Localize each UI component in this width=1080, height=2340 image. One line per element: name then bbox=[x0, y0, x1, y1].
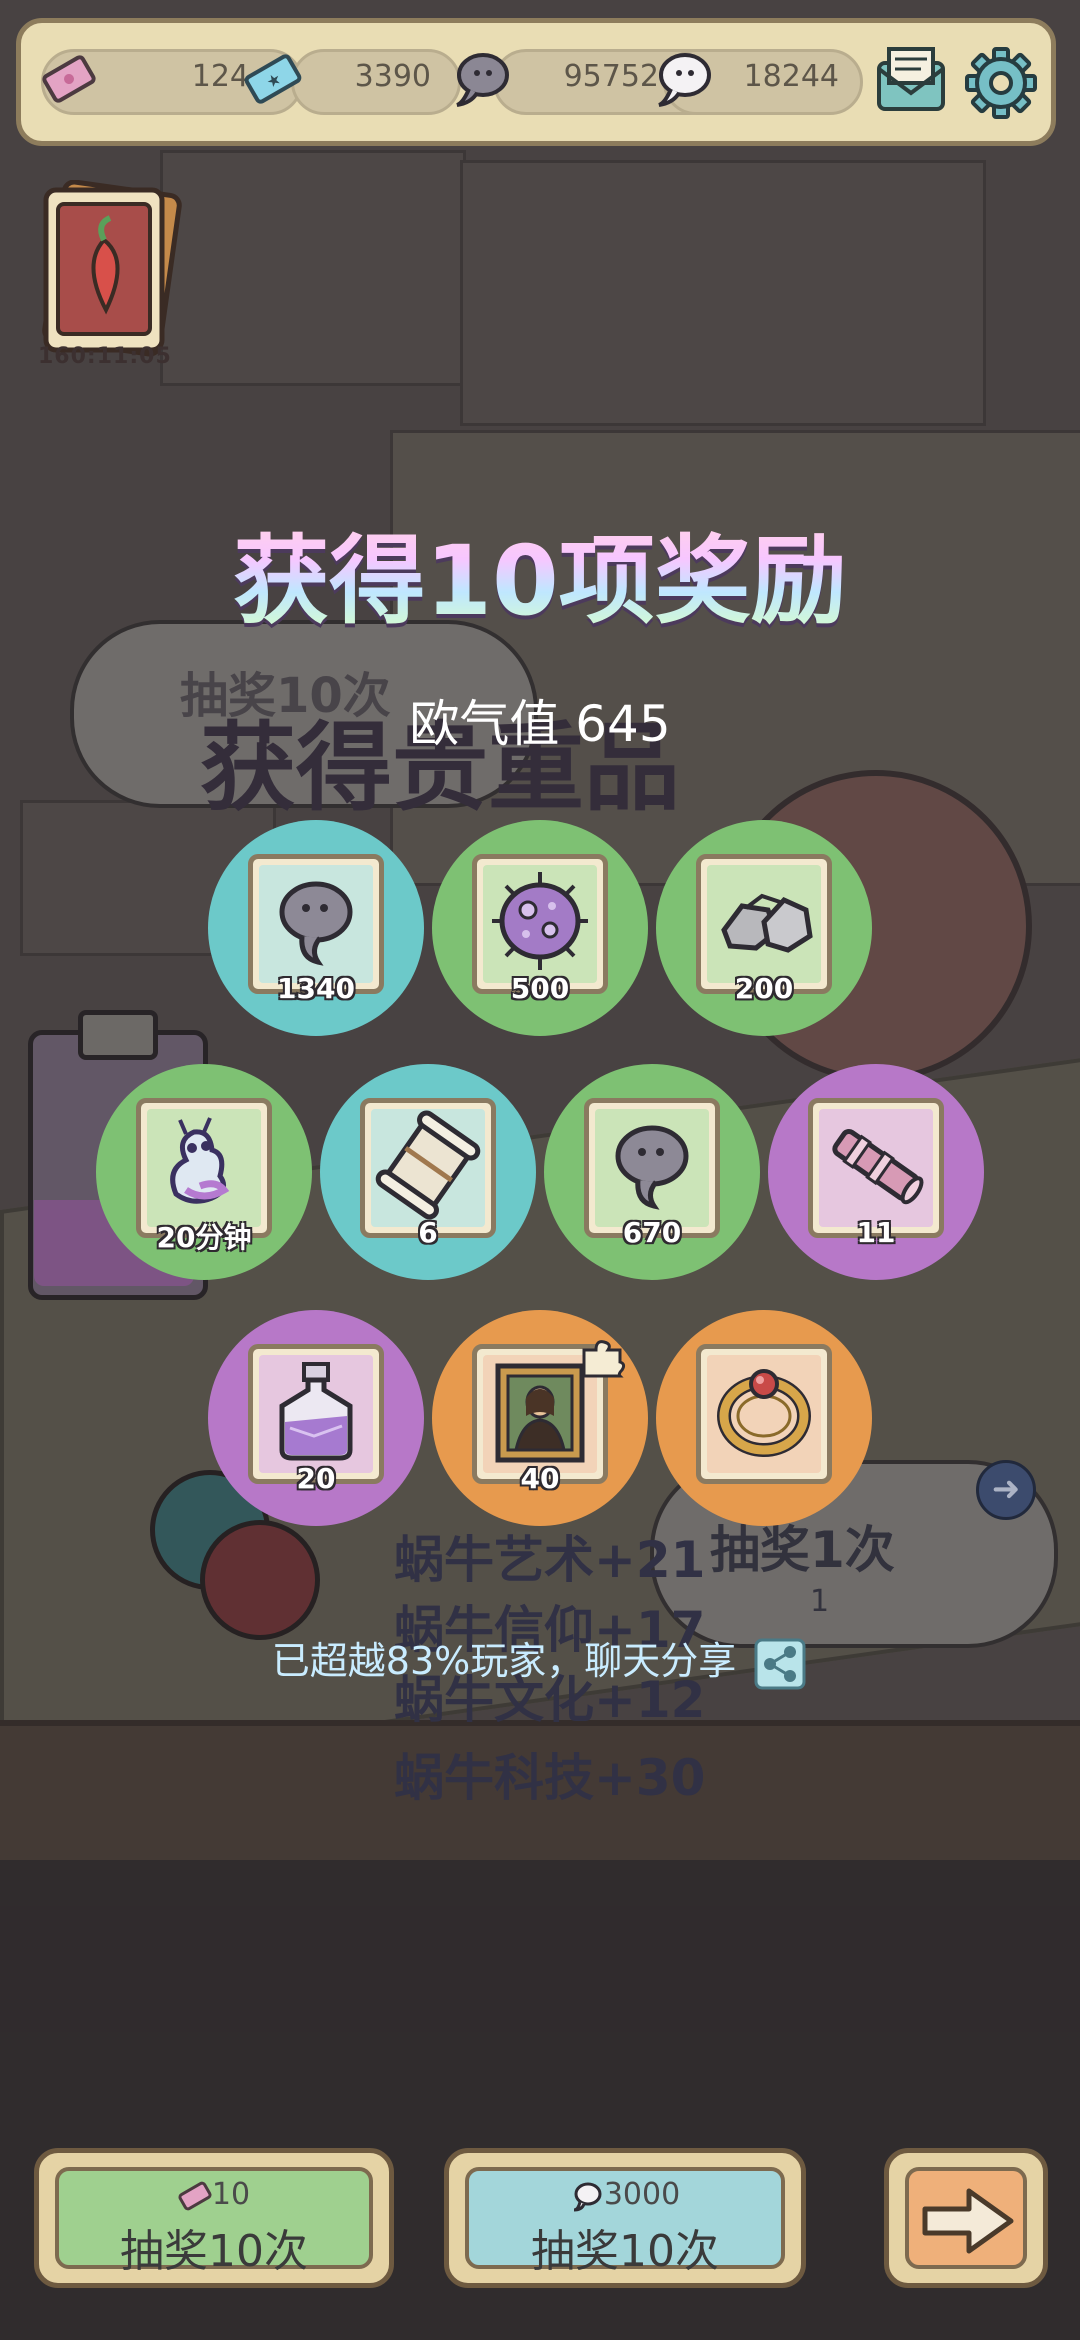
reward-item[interactable]: 1340 bbox=[208, 820, 424, 1036]
ticket-count: 124 bbox=[191, 59, 249, 94]
reward-quantity: 200 bbox=[734, 972, 794, 1005]
purple-germ-icon bbox=[492, 872, 588, 970]
reward-item[interactable] bbox=[656, 1310, 872, 1526]
ticket-icon bbox=[42, 55, 96, 103]
ticket-icon bbox=[178, 2181, 212, 2210]
mail-icon[interactable] bbox=[873, 43, 949, 119]
blue-ticket-icon: ★ bbox=[244, 54, 302, 104]
reward-item[interactable]: 20分钟 bbox=[96, 1064, 312, 1280]
share-icon[interactable] bbox=[752, 1636, 808, 1692]
arrow-right-icon bbox=[922, 2188, 1014, 2254]
draw-10-tadpole-button[interactable]: 3000 抽奖10次 bbox=[444, 2148, 806, 2288]
luck-value-label: 欧气值 645 bbox=[409, 695, 671, 753]
puzzle-piece-icon bbox=[582, 1340, 626, 1378]
share-line[interactable]: 已超越83%玩家，聊天分享 bbox=[0, 1630, 1080, 1692]
scroll-icon bbox=[375, 1110, 481, 1220]
reward-quantity: 20分钟 bbox=[156, 1221, 252, 1254]
button-cost: 10 bbox=[39, 2177, 389, 2212]
reward-title: 获得10项奖励 bbox=[0, 526, 1080, 636]
dark-tadpole-count: 95752 bbox=[563, 59, 659, 94]
dark-tadpole-icon bbox=[456, 53, 509, 107]
resource-bar: 124 ★ 3390 95752 18244 bbox=[16, 18, 1056, 146]
reward-quantity: 1340 bbox=[277, 972, 355, 1005]
draw-10-ticket-button[interactable]: 10 抽奖10次 bbox=[34, 2148, 394, 2288]
stone-pile-icon bbox=[721, 893, 813, 953]
reward-item[interactable]: 20 bbox=[208, 1310, 424, 1526]
event-timer: 160:11:05 bbox=[38, 344, 172, 369]
white-tadpole-icon bbox=[573, 2182, 602, 2211]
next-button[interactable] bbox=[884, 2148, 1048, 2288]
gear-icon[interactable] bbox=[961, 43, 1041, 123]
blue-ticket-count: 3390 bbox=[354, 59, 431, 94]
button-label: 抽奖10次 bbox=[531, 2226, 719, 2277]
reward-quantity: 670 bbox=[622, 1216, 682, 1249]
share-text: 已超越83%玩家，聊天分享 bbox=[271, 1639, 737, 1683]
purple-potion-icon bbox=[279, 1362, 353, 1461]
white-tadpole-icon bbox=[658, 53, 711, 107]
reward-quantity: 11 bbox=[856, 1216, 896, 1249]
button-label: 抽奖10次 bbox=[120, 2226, 308, 2277]
chili-pepper-card-icon bbox=[42, 179, 182, 357]
gold-ring-icon bbox=[717, 1369, 811, 1457]
reward-item[interactable]: 11 bbox=[768, 1064, 984, 1280]
snail-timer-icon bbox=[170, 1117, 230, 1204]
reward-quantity: 20 bbox=[296, 1462, 336, 1495]
button-cost: 3000 bbox=[449, 2177, 801, 2212]
reward-item[interactable]: 200 bbox=[656, 820, 872, 1036]
reward-quantity: 40 bbox=[520, 1462, 560, 1495]
reward-item[interactable]: 6 bbox=[320, 1064, 536, 1280]
white-tadpole-count: 18244 bbox=[743, 59, 839, 94]
telescope-icon bbox=[832, 1128, 924, 1205]
reward-item[interactable]: 670 bbox=[544, 1064, 760, 1280]
reward-item[interactable]: 500 bbox=[432, 820, 648, 1036]
reward-item[interactable]: 40 bbox=[432, 1310, 648, 1526]
reward-quantity: 6 bbox=[418, 1216, 438, 1249]
event-card[interactable] bbox=[34, 179, 182, 360]
dark-tadpole-icon bbox=[615, 1125, 689, 1210]
reward-quantity: 500 bbox=[510, 972, 570, 1005]
dark-tadpole-icon bbox=[279, 881, 353, 966]
